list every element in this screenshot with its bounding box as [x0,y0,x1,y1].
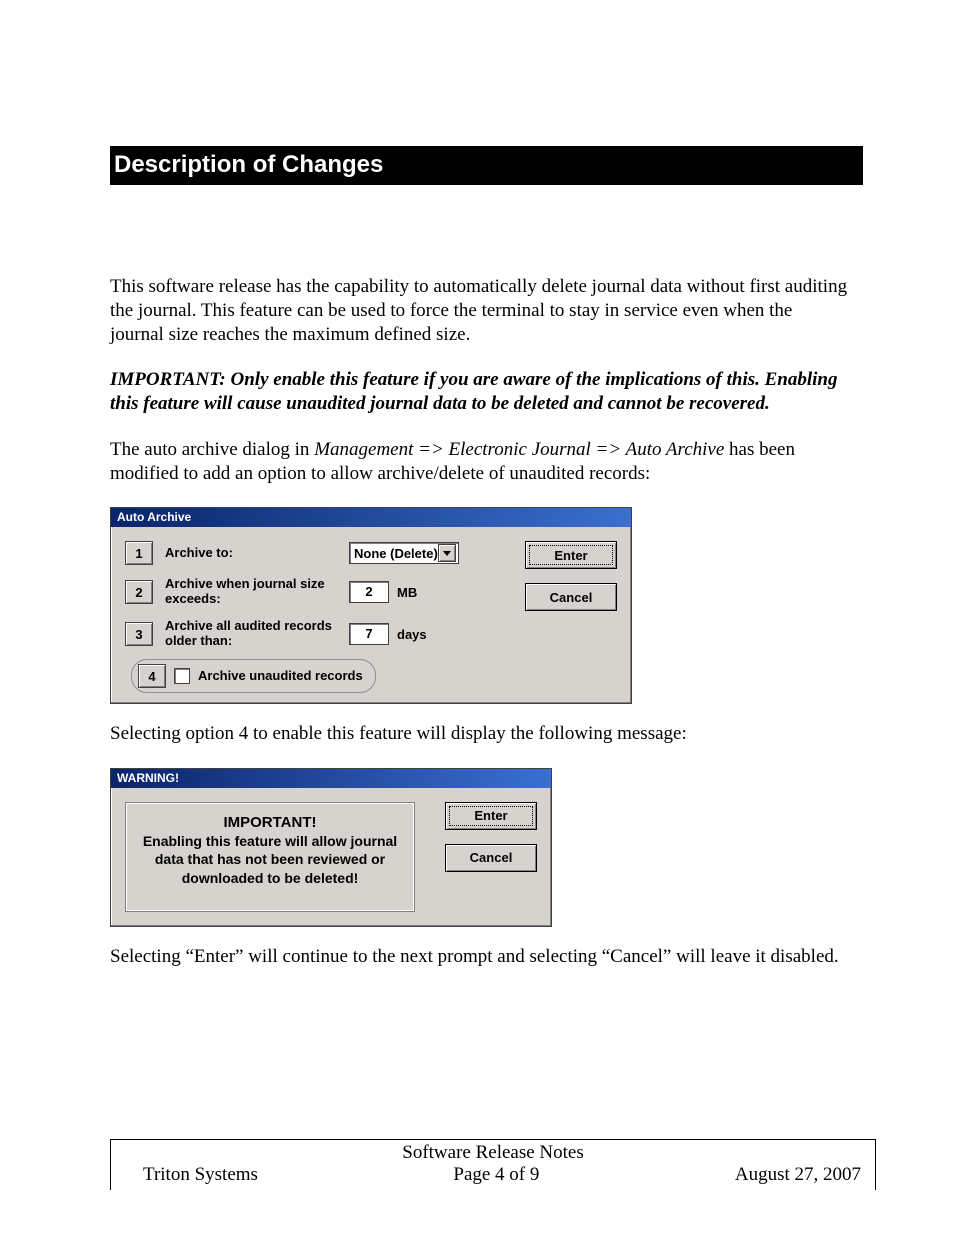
archive-to-value: None (Delete) [354,546,438,561]
footer-company: Triton Systems [143,1164,258,1186]
days-input[interactable]: 7 [349,623,389,645]
journal-size-input[interactable]: 2 [349,581,389,603]
option-4-label: Archive unaudited records [198,669,363,684]
section-heading: Description of Changes [110,146,863,185]
paragraph-enter-cancel: Selecting “Enter” will continue to the n… [110,945,850,969]
option-4-highlight: 4 Archive unaudited records [131,659,376,693]
option-1-button[interactable]: 1 [125,541,153,565]
warning-heading: IMPORTANT! [138,813,402,833]
dialog-title: Auto Archive [111,508,631,527]
paragraph-select-option4: Selecting option 4 to enable this featur… [110,722,850,746]
text-fragment: The auto archive dialog in [110,439,314,460]
cancel-button[interactable]: Cancel [445,844,537,872]
option-3-label: Archive all audited records older than: [165,619,345,649]
option-2-button[interactable]: 2 [125,580,153,604]
warning-message: IMPORTANT! Enabling this feature will al… [125,802,415,912]
dialog-auto-archive: Auto Archive 1 Archive to: None (Delete) [110,507,632,704]
cancel-button[interactable]: Cancel [525,583,617,611]
option-2-label: Archive when journal size exceeds: [165,577,345,607]
paragraph-important: IMPORTANT: Only enable this feature if y… [110,368,850,416]
footer-date: August 27, 2007 [735,1164,861,1186]
footer-doc-title: Software Release Notes [111,1140,875,1164]
footer-page: Page 4 of 9 [453,1164,539,1186]
dialog-warning: WARNING! IMPORTANT! Enabling this featur… [110,768,552,927]
option-3-button[interactable]: 3 [125,622,153,646]
dialog-title: WARNING! [111,769,551,788]
unit-days: days [397,627,427,642]
nav-path: Management => Electronic Journal => Auto… [314,439,724,460]
paragraph-intro: This software release has the capability… [110,275,850,346]
archive-to-select[interactable]: None (Delete) [349,542,459,564]
enter-button[interactable]: Enter [445,802,537,830]
chevron-down-icon[interactable] [438,544,456,562]
unit-mb: MB [397,585,417,600]
option-4-button[interactable]: 4 [138,664,166,688]
option-1-label: Archive to: [165,546,345,561]
enter-button[interactable]: Enter [525,541,617,569]
paragraph-nav-path: The auto archive dialog in Management =>… [110,438,850,486]
warning-body: Enabling this feature will allow journal… [138,832,402,887]
page-footer: Software Release Notes Triton Systems Pa… [110,1139,876,1190]
archive-unaudited-checkbox[interactable] [174,668,190,684]
